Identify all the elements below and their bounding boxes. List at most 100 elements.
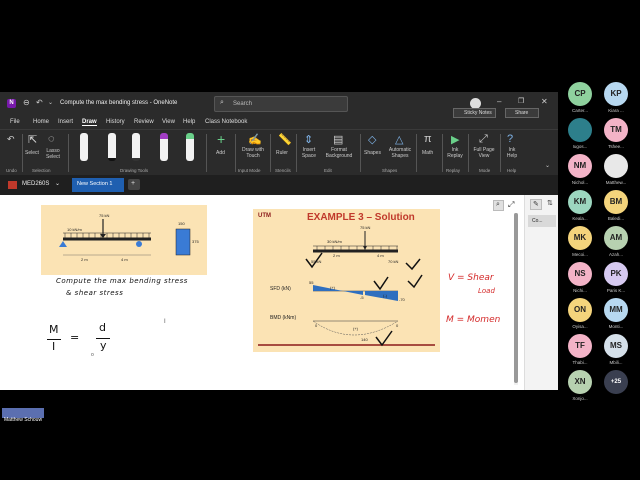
add-section-button[interactable]: + [128, 179, 140, 190]
ink-replay-icon[interactable]: ▶ [451, 133, 459, 146]
search-icon: ⌕ [220, 99, 224, 106]
participant-avatar[interactable]: +25 [604, 370, 628, 394]
undo-button-icon[interactable]: ↶ [7, 134, 15, 145]
menu-home[interactable]: Home [33, 119, 49, 125]
math-icon[interactable]: π [424, 133, 432, 145]
full-page-view-icon[interactable]: ⤢ [479, 133, 488, 146]
undo-icon[interactable]: ↶ [36, 98, 43, 107]
participant-avatar[interactable]: TF [568, 334, 592, 358]
page-list-pane: ✎ ⇅ Co... [524, 195, 558, 390]
draw-with-touch-label[interactable]: Draw with Touch [239, 147, 267, 159]
format-background-icon[interactable]: ▤ [333, 133, 343, 146]
sort-icon[interactable]: ⇅ [547, 199, 553, 207]
select-label[interactable]: Select [25, 150, 39, 156]
participant-avatar[interactable]: MS [604, 334, 628, 358]
search-box[interactable]: ⌕ Search [214, 96, 348, 112]
menu-review[interactable]: Review [134, 119, 154, 125]
shapes-label[interactable]: Shapes [364, 150, 381, 156]
formula-m: M [49, 323, 59, 336]
participant-avatar[interactable]: PK [604, 262, 628, 286]
participant-avatar[interactable]: CP [568, 82, 592, 106]
sticky-notes-label: Sticky Notes [464, 110, 492, 116]
pen-black[interactable] [80, 133, 88, 161]
participant-name: Nichol... [571, 180, 589, 185]
participant-avatar[interactable]: KP [604, 82, 628, 106]
sticky-notes-button[interactable]: Sticky Notes [453, 108, 496, 118]
restore-icon[interactable]: ❐ [518, 97, 524, 105]
page-canvas[interactable]: 75 kN 10 kN/m 2 m 4 m 150 375 Compute th… [0, 195, 558, 390]
section-tab-label: New Section 1 [77, 181, 113, 187]
participant-avatar[interactable]: XN [568, 370, 592, 394]
menu-class-notebook[interactable]: Class Notebook [205, 119, 247, 125]
scrollbar-thumb[interactable] [514, 213, 518, 383]
insert-space-icon[interactable]: ⇕ [304, 133, 313, 146]
lasso-label[interactable]: Lasso Select [45, 148, 61, 160]
new-page-button[interactable]: ✎ [530, 199, 542, 210]
notebook-chevron-icon[interactable]: ⌄ [55, 180, 60, 187]
participant-initials: CP [574, 89, 586, 98]
ink-replay-label[interactable]: Ink Replay [446, 147, 464, 159]
dropdown-icon[interactable]: ⌄ [48, 99, 53, 106]
menu-draw[interactable]: Draw [82, 119, 97, 126]
search-placeholder: Search [233, 101, 253, 107]
highlighter-green[interactable] [186, 133, 194, 161]
participant-avatar[interactable]: MK [568, 226, 592, 250]
canvas-search-icon: ⌕ [496, 201, 500, 208]
group-input-mode: Input Mode [238, 168, 261, 173]
ink-help-icon[interactable]: ? [507, 133, 513, 145]
menu-help[interactable]: Help [183, 119, 195, 125]
format-background-label[interactable]: Format Background [322, 147, 356, 159]
participant-avatar[interactable]: NM [568, 154, 592, 178]
share-button[interactable]: Share [505, 108, 539, 118]
participant-name: Matthew... [605, 180, 627, 185]
page-list-item[interactable]: Co... [528, 215, 556, 227]
participant-avatar[interactable]: BM [604, 190, 628, 214]
participant-avatar[interactable] [604, 154, 628, 178]
back-icon[interactable]: ⊖ [23, 98, 30, 107]
add-label[interactable]: Add [216, 150, 225, 156]
participant-avatar[interactable]: ON [568, 298, 592, 322]
menu-view[interactable]: View [162, 119, 175, 125]
draw-with-touch-icon[interactable]: ✍ [248, 133, 262, 146]
menu-insert[interactable]: Insert [58, 119, 73, 125]
width-label: 150 [178, 221, 185, 226]
menu-history[interactable]: History [106, 119, 125, 125]
minimize-icon[interactable]: – [497, 97, 501, 106]
pen-dark[interactable] [132, 133, 140, 161]
math-label[interactable]: Math [422, 150, 433, 156]
participant-avatar[interactable]: MM [604, 298, 628, 322]
screen: N ⊖ ↶ ⌄ Compute the max bending stress -… [0, 0, 640, 480]
vertical-scrollbar[interactable] [514, 213, 518, 385]
select-icon[interactable]: ⇱ [28, 133, 37, 146]
menu-file[interactable]: File [10, 119, 20, 125]
ribbon: ↶ Undo ⇱ Select ◌ Lasso Select Selection… [0, 129, 558, 175]
ribbon-collapse-icon[interactable]: ⌄ [545, 162, 550, 169]
ruler-icon[interactable]: 📏 [278, 133, 292, 146]
participant-avatar[interactable]: NS [568, 262, 592, 286]
expand-icon[interactable]: ⤢ [508, 200, 514, 210]
insert-space-label[interactable]: Insert Space [300, 147, 318, 159]
automatic-shapes-icon[interactable]: △ [395, 133, 403, 146]
participant-avatar[interactable]: AM [604, 226, 628, 250]
shapes-icon[interactable]: ◇ [368, 133, 376, 146]
participant-avatar[interactable] [568, 118, 592, 142]
load-label: 75 kN [99, 213, 110, 218]
close-icon[interactable]: ✕ [541, 97, 548, 106]
ink-help-label[interactable]: Ink Help [503, 147, 521, 159]
participant-avatar[interactable]: TM [604, 118, 628, 142]
participant-avatar[interactable]: KM [568, 190, 592, 214]
section-tab-active[interactable]: New Section 1 [72, 178, 124, 192]
participant-initials: NS [574, 269, 586, 278]
pen-white[interactable] [108, 133, 116, 161]
full-page-view-label[interactable]: Full Page View [471, 147, 497, 159]
lasso-icon[interactable]: ◌ [48, 133, 55, 145]
beam-diagram-svg [59, 219, 191, 256]
highlighter-purple[interactable] [160, 133, 168, 161]
ruler-label[interactable]: Ruler [276, 150, 288, 156]
formula-equals: = [70, 331, 80, 344]
canvas-search-button[interactable]: ⌕ [493, 200, 504, 211]
participant-initials: TM [610, 125, 622, 134]
automatic-shapes-label[interactable]: Automatic Shapes [386, 147, 414, 159]
notebook-name[interactable]: MED260S [22, 181, 49, 187]
add-pen-icon[interactable]: + [217, 131, 225, 147]
